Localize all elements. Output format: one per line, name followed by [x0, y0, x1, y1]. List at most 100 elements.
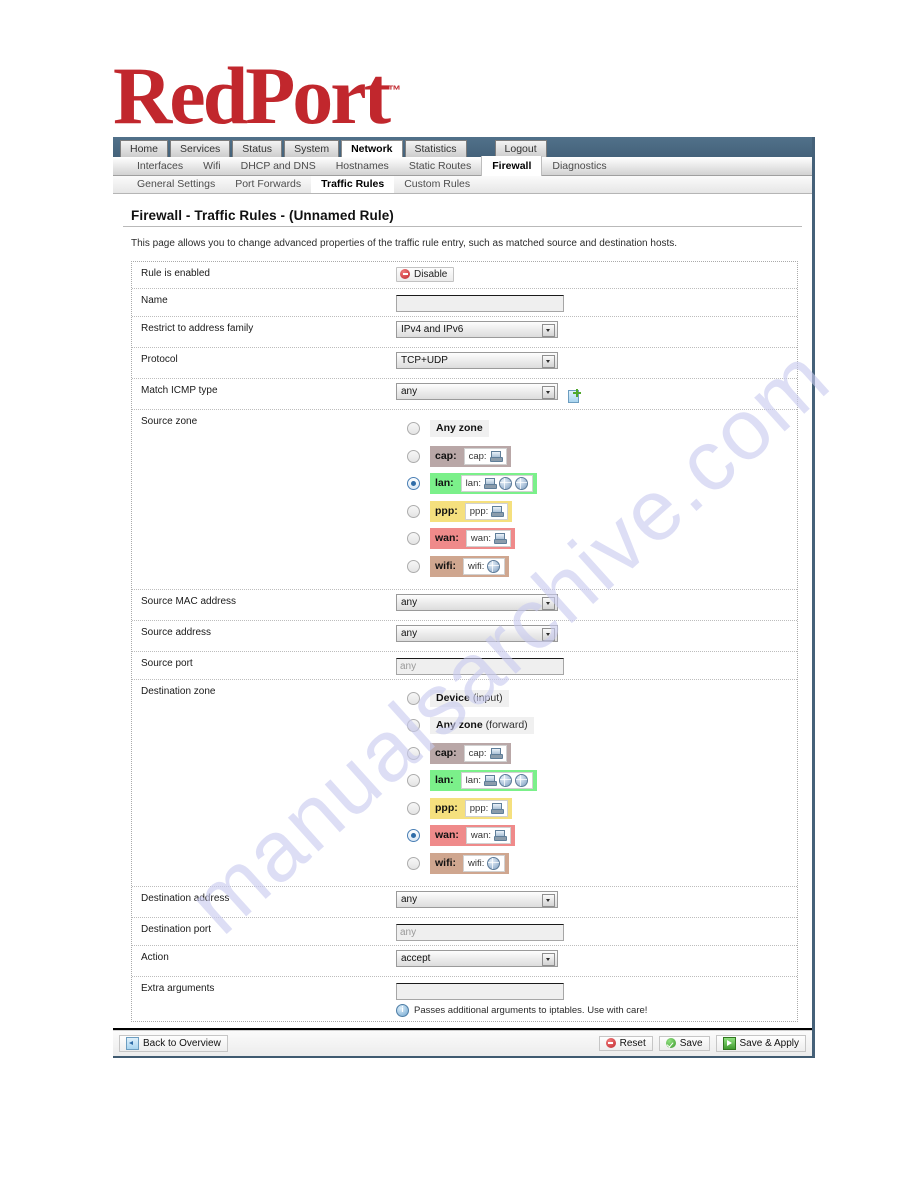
destination-zone-label: Device (input) [430, 689, 509, 707]
source-zone-radio[interactable] [407, 422, 420, 435]
disable-rule-button[interactable]: Disable [396, 266, 455, 282]
source-zone-name: cap: [435, 449, 457, 462]
tertiary-navigation: General Settings Port Forwards Traffic R… [113, 176, 812, 194]
form-row-address-family: Restrict to address family IPv4 and IPv6 [132, 317, 797, 348]
nav-tab-services[interactable]: Services [170, 140, 231, 157]
source-zone-radio[interactable] [407, 504, 420, 518]
source-zone-option[interactable]: ppp: ppp: [396, 500, 797, 522]
nav-tab-network[interactable]: Network [341, 140, 403, 157]
back-to-overview-button[interactable]: Back to Overview [119, 1034, 228, 1052]
source-zone-badge: ppp: ppp: [430, 500, 513, 522]
destination-zone-option[interactable]: cap: cap: [396, 742, 797, 764]
source-zone-radio[interactable] [407, 449, 420, 463]
source-zone-option[interactable]: wan: wan: [396, 528, 797, 549]
chevron-down-icon [542, 355, 555, 368]
logo-text: RedPort™ [113, 50, 401, 141]
page-footer: Back to Overview Reset Save Save & Apply [113, 1029, 812, 1056]
icmp-type-select[interactable]: any [396, 383, 558, 400]
label-destination-port: Destination port [141, 923, 212, 935]
nav-tab-home[interactable]: Home [120, 140, 169, 157]
source-zone-radio[interactable] [407, 559, 420, 573]
destination-zone-name: wifi: [435, 856, 456, 869]
source-zone-option[interactable]: Any zone [396, 418, 797, 439]
destination-zone-option[interactable]: Any zone (forward) [396, 715, 797, 736]
back-arrow-icon [126, 1036, 139, 1050]
destination-zone-radio[interactable] [407, 774, 420, 787]
source-zone-option[interactable]: cap: cap: [396, 445, 797, 467]
nav-tab-system[interactable]: System [284, 140, 340, 157]
destination-zone-inner-label: cap: [468, 747, 487, 759]
ethernet-icon [489, 450, 503, 462]
destination-port-input[interactable] [396, 923, 564, 941]
subsubnav-tab-general-settings[interactable]: General Settings [127, 176, 225, 193]
subnav-tab-interfaces[interactable]: Interfaces [127, 157, 193, 175]
form-row-destination-address: Destination address any [132, 887, 797, 918]
subsubnav-tab-custom-rules[interactable]: Custom Rules [394, 176, 480, 193]
destination-zone-radio[interactable] [407, 691, 420, 705]
subnav-tab-hostnames[interactable]: Hostnames [326, 157, 399, 175]
destination-zone-radio[interactable] [407, 719, 420, 732]
source-zone-inner-label: ppp: [469, 505, 489, 517]
source-mac-select[interactable]: any [396, 593, 558, 611]
nav-tab-statistics[interactable]: Statistics [404, 140, 467, 157]
save-apply-button[interactable]: Save & Apply [715, 1034, 806, 1052]
destination-zone-radio[interactable] [407, 746, 420, 760]
subnav-tab-dhcp-and-dns[interactable]: DHCP and DNS [231, 157, 326, 175]
reset-button[interactable]: Reset [598, 1035, 653, 1051]
source-address-select[interactable]: any [396, 624, 558, 642]
destination-zone-inner-label: wifi: [468, 857, 485, 869]
destination-zone-option[interactable]: lan: lan: [396, 770, 797, 791]
address-family-value: IPv4 and IPv6 [401, 324, 464, 335]
destination-address-value: any [401, 893, 418, 905]
destination-zone-radio[interactable] [407, 856, 420, 870]
destination-zone-option[interactable]: Device (input) [396, 688, 797, 709]
destination-zone-option[interactable]: ppp: ppp: [396, 797, 797, 819]
destination-zone-option[interactable]: wan: wan: [396, 825, 797, 846]
destination-zone-interfaces: lan: [460, 772, 533, 789]
form-row-destination-zone: Destination zone Device (input) Any zone (f… [132, 680, 797, 887]
destination-zone-radio[interactable] [407, 801, 420, 815]
add-page-icon[interactable] [567, 389, 582, 403]
source-zone-inner-label: wifi: [468, 560, 485, 572]
chevron-down-icon [542, 893, 555, 907]
secondary-navigation: Interfaces Wifi DHCP and DNS Hostnames S… [113, 156, 812, 176]
action-select[interactable]: accept [396, 949, 558, 967]
source-zone-radio[interactable] [407, 532, 420, 545]
form-row-protocol: Protocol TCP+UDP [132, 348, 797, 379]
address-family-select[interactable]: IPv4 and IPv6 [396, 321, 558, 338]
subnav-tab-static-routes[interactable]: Static Routes [399, 157, 481, 175]
destination-zone-option[interactable]: wifi: wifi: [396, 852, 797, 874]
label-address-family: Restrict to address family [141, 323, 254, 334]
destination-zone-interfaces: wan: [465, 827, 511, 844]
value-extra-arguments: i Passes additional arguments to iptable… [396, 977, 797, 1021]
protocol-select[interactable]: TCP+UDP [396, 352, 558, 369]
label-source-mac: Source MAC address [141, 595, 237, 607]
source-mac-value: any [401, 596, 418, 608]
source-port-input[interactable] [396, 657, 564, 675]
subnav-tab-diagnostics[interactable]: Diagnostics [542, 157, 616, 175]
save-button[interactable]: Save [658, 1035, 710, 1051]
destination-zone-radio[interactable] [407, 829, 420, 842]
subnav-tab-firewall[interactable]: Firewall [481, 156, 543, 176]
name-input[interactable] [396, 295, 564, 312]
destination-address-select[interactable]: any [396, 890, 558, 908]
subsubnav-tab-port-forwards[interactable]: Port Forwards [225, 176, 311, 193]
source-zone-option[interactable]: wifi: wifi: [396, 555, 797, 577]
destination-zone-name: wan: [435, 829, 459, 841]
source-zone-option[interactable]: lan: lan: [396, 473, 797, 494]
chevron-down-icon [542, 386, 555, 399]
subnav-tab-wifi[interactable]: Wifi [193, 157, 231, 175]
label-destination-address: Destination address [141, 892, 230, 904]
extra-arguments-input[interactable] [396, 982, 564, 1000]
destination-zone-badge: lan: lan: [430, 770, 537, 791]
source-zone-radio[interactable] [407, 477, 420, 490]
ethernet-icon [484, 478, 497, 489]
subsubnav-tab-traffic-rules[interactable]: Traffic Rules [311, 176, 395, 193]
value-action: accept [396, 946, 797, 976]
nav-tab-status[interactable]: Status [232, 140, 283, 157]
value-source-mac: any [396, 590, 797, 620]
save-label: Save [679, 1037, 703, 1049]
label-extra-arguments: Extra arguments [141, 982, 215, 994]
nav-tab-logout[interactable]: Logout [494, 140, 547, 157]
icmp-type-value: any [401, 386, 418, 397]
